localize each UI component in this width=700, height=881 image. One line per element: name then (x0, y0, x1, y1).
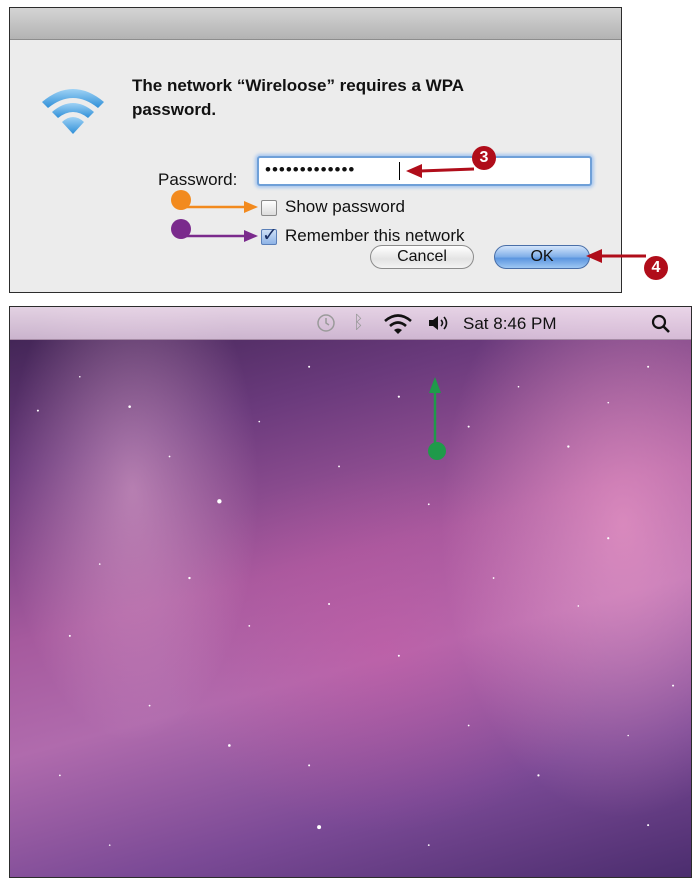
show-password-checkbox[interactable] (261, 200, 277, 216)
desktop-wallpaper-stars (36, 365, 675, 847)
wifi-icon (42, 89, 104, 134)
wifi-menu-icon[interactable] (383, 313, 413, 335)
volume-icon[interactable] (427, 314, 453, 332)
menu-bar: ᛒ Sat 8:46 PM (10, 307, 691, 340)
password-label: Password: (158, 170, 238, 189)
dialog-message: The network “Wireloose” requires a WPA p… (132, 76, 464, 119)
wpa-password-dialog: The network “Wireloose” requires a WPA p… (9, 7, 622, 293)
bluetooth-icon[interactable]: ᛒ (353, 312, 364, 333)
dialog-titlebar[interactable] (10, 8, 621, 40)
remember-network-label[interactable]: Remember this network (285, 226, 465, 246)
password-value: ••••••••••••• (265, 160, 356, 179)
menubar-clock[interactable]: Sat 8:46 PM (463, 314, 557, 334)
callout-step-4: 4 (644, 256, 668, 280)
time-machine-icon[interactable] (315, 312, 337, 334)
ok-button[interactable]: OK (494, 245, 590, 269)
password-field[interactable]: ••••••••••••• (257, 156, 592, 186)
remember-network-checkbox[interactable]: ✓ (261, 224, 278, 246)
spotlight-icon[interactable] (650, 313, 672, 335)
cancel-button[interactable]: Cancel (370, 245, 474, 269)
text-caret (399, 162, 400, 180)
callout-step-3: 3 (472, 146, 496, 170)
desktop: ᛒ Sat 8:46 PM (9, 306, 692, 878)
show-password-label[interactable]: Show password (285, 197, 405, 217)
checkmark-icon: ✓ (262, 224, 278, 246)
